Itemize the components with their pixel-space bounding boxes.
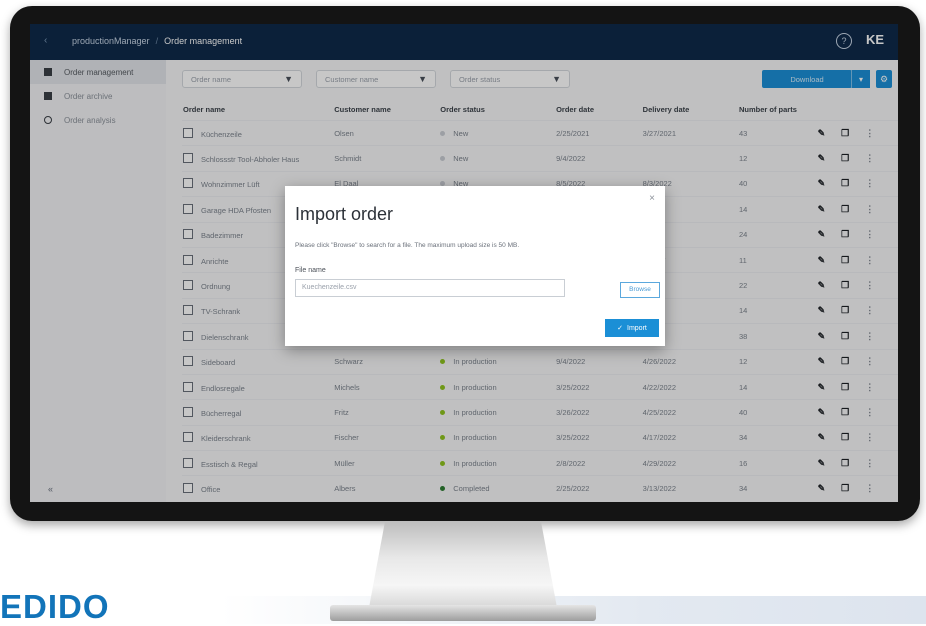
check-icon: ✓ xyxy=(617,325,624,332)
monitor-frame: ‹ productionManager / Order management ?… xyxy=(10,6,920,521)
file-name-label: File name xyxy=(295,267,326,274)
file-name-input[interactable]: Kuechenzeile.csv xyxy=(295,279,565,297)
dialog-description: Please click "Browse" to search for a fi… xyxy=(295,242,520,249)
dialog-title: Import order xyxy=(295,204,394,224)
monitor-base xyxy=(330,605,596,621)
import-label: Import xyxy=(627,324,647,332)
monitor-stand xyxy=(368,521,558,613)
app-screen: ‹ productionManager / Order management ?… xyxy=(30,24,898,502)
import-button[interactable]: ✓ Import xyxy=(605,319,659,337)
import-order-dialog: × Import order Please click "Browse" to … xyxy=(285,186,665,346)
close-icon[interactable]: × xyxy=(649,193,655,204)
browse-button[interactable]: Browse xyxy=(620,282,660,298)
brand-logo: EDIDO xyxy=(0,588,110,625)
